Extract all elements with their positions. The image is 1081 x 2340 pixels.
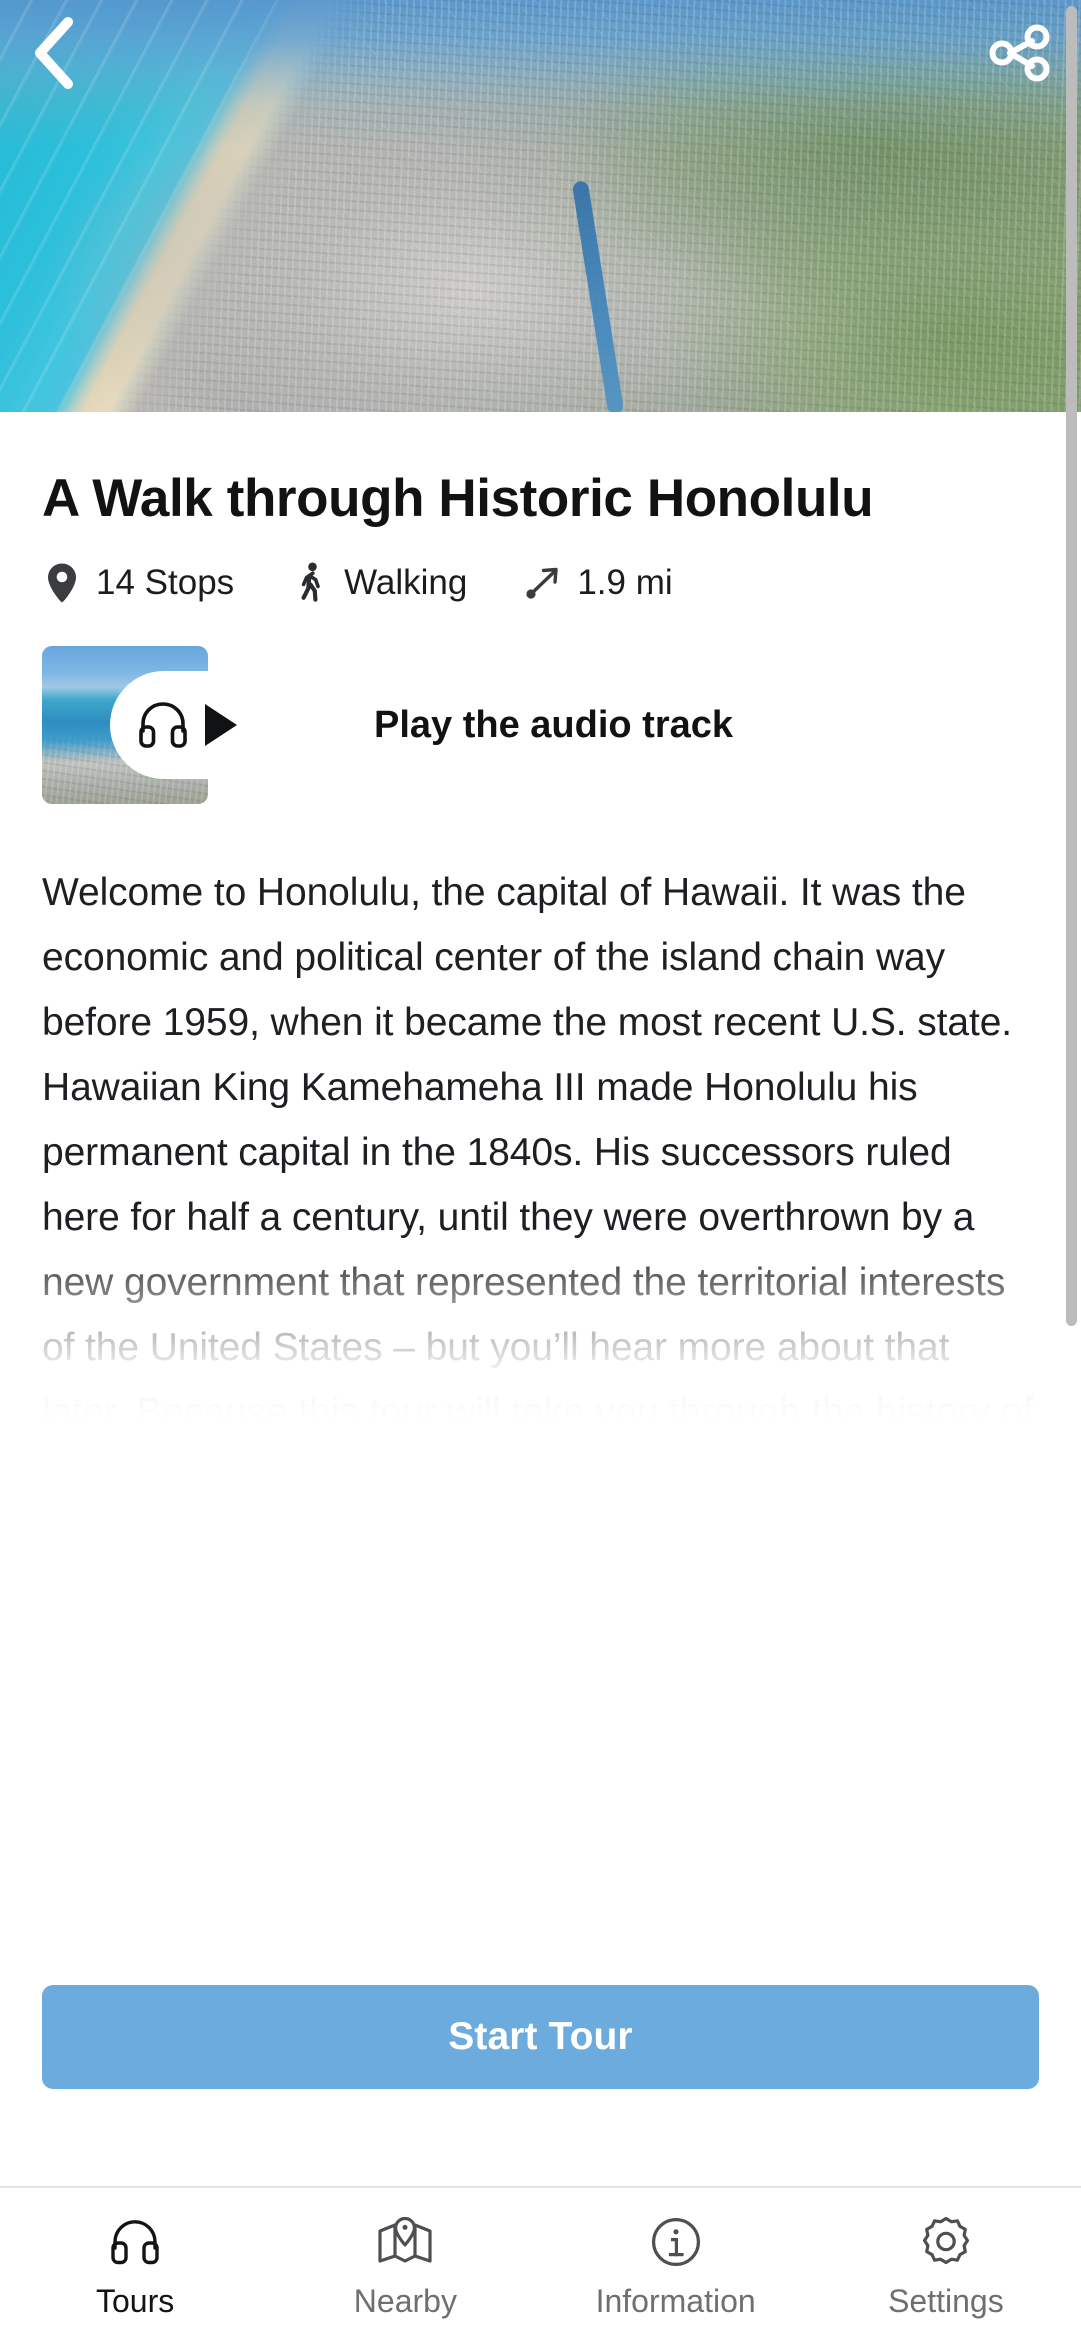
hero-image (0, 0, 1081, 412)
chevron-left-icon (35, 17, 73, 89)
nav-item-tours-label: Tours (96, 2282, 175, 2319)
page-title: A Walk through Historic Honolulu (42, 469, 874, 528)
nav-item-information[interactable]: Information (541, 2188, 811, 2340)
walking-icon (290, 562, 330, 604)
cta-container: Start Tour (0, 1985, 1081, 2089)
tour-detail-sheet: A Walk through Historic Honolulu 14 Stop… (0, 412, 1081, 1472)
info-circle-icon (650, 2215, 702, 2269)
play-audio-track-label: Play the audio track (374, 703, 734, 746)
gear-icon (919, 2215, 973, 2269)
share-icon (989, 24, 1050, 82)
headphones-icon (138, 702, 187, 749)
meta-mode: Walking (290, 562, 467, 604)
tour-description: Welcome to Honolulu, the capital of Hawa… (42, 871, 1034, 1421)
meta-distance: 1.9 mi (523, 562, 673, 604)
nav-item-settings-label: Settings (888, 2282, 1004, 2319)
meta-stops-label: 14 Stops (96, 563, 235, 603)
nav-item-tours[interactable]: Tours (0, 2188, 270, 2340)
nav-item-nearby[interactable]: Nearby (270, 2188, 540, 2340)
start-tour-button[interactable]: Start Tour (42, 1985, 1039, 2089)
nav-item-nearby-label: Nearby (353, 2282, 457, 2319)
nav-item-settings[interactable]: Settings (811, 2188, 1081, 2340)
tour-description-container: Welcome to Honolulu, the capital of Hawa… (42, 860, 1039, 1421)
map-pin-fold-icon (377, 2215, 433, 2269)
headphones-icon (108, 2215, 162, 2269)
play-audio-track-card[interactable]: Play the audio track (42, 646, 1081, 805)
back-button[interactable] (14, 14, 92, 92)
play-icon (204, 704, 237, 747)
meta-distance-label: 1.9 mi (577, 563, 673, 603)
page-scrollbar[interactable] (1066, 0, 1081, 2180)
nav-item-information-label: Information (595, 2282, 756, 2319)
page-scrollbar-thumb[interactable] (1066, 6, 1077, 1326)
tour-meta-row: 14 Stops Walking 1.9 mi (42, 562, 1081, 604)
share-button[interactable] (981, 14, 1059, 92)
meta-mode-label: Walking (344, 563, 468, 603)
map-pin-icon (42, 562, 82, 604)
hero-image-waves (0, 0, 1081, 412)
bottom-navigation-bar: Tours Nearby Information Settings (0, 2186, 1081, 2340)
distance-arrow-icon (523, 562, 563, 604)
meta-stops: 14 Stops (42, 562, 234, 604)
app-screen: A Walk through Historic Honolulu 14 Stop… (0, 0, 1081, 2340)
play-audio-button[interactable] (110, 671, 267, 780)
